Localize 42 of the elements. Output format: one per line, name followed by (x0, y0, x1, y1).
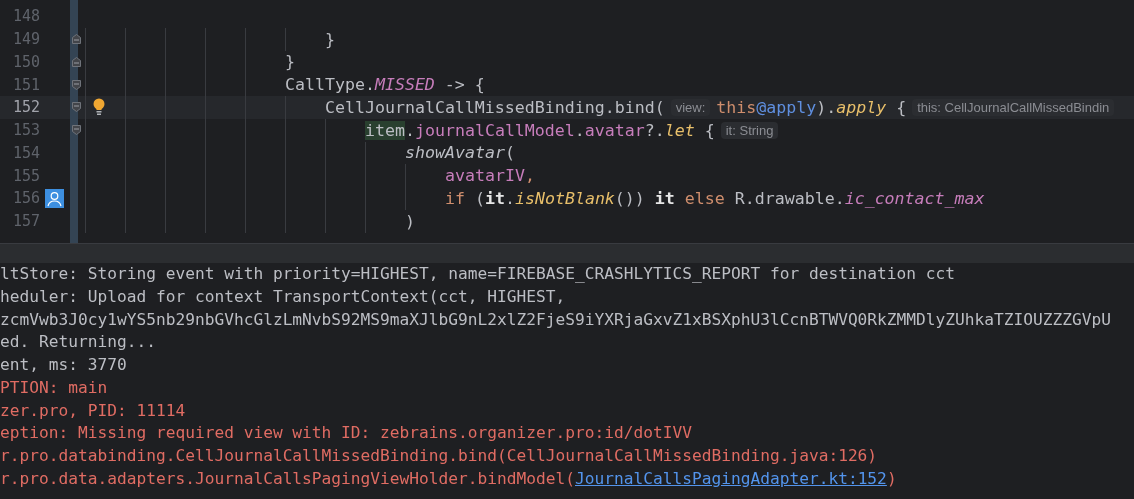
inlay-hint: this: CellJournalCallMissedBindin (912, 98, 1115, 116)
log-line: ltStore: Storing event with priority=HIGHEST, name=FIREBASE_CRASHLYTICS_REPORT for destination cct (0, 263, 957, 285)
code-text: } (325, 29, 335, 49)
line-number: 150 (11, 52, 40, 71)
code-text: CallType.MISSED -> { (285, 75, 485, 95)
code-text: if (it.isNotBlank()) it else R.drawable.ic_contact_max (445, 188, 985, 208)
inlay-hint: it: String (720, 121, 779, 139)
line-number: 151 (11, 75, 40, 94)
code-text: this@apply).apply { (716, 97, 907, 117)
code-text: avatarIV, (445, 166, 535, 186)
log-line: zer.pro, PID: 11114 (0, 399, 187, 422)
fold-icon[interactable] (72, 79, 81, 90)
code-text: CellJournalCallMissedBinding.bind( (325, 97, 665, 117)
line-number: 152 (11, 98, 40, 117)
log-text: r.pro.data.adapters.JournalCallsPagingViewHolder.bindModel( (0, 467, 575, 490)
line-number: 149 (11, 30, 40, 49)
fold-icon[interactable] (72, 102, 81, 113)
log-line: zcmVwb3J0cy1wYS5nb29nbGVhcGlzLmNvbS92MS9maXJlbG9nL2xlZ2FjeS9iYXRjaGxvZ1xBSXphU3lCcnBTWVQ0RkZMMDlyZUhkaTZIOUZZZGVpU (0, 308, 1112, 331)
code-text: item.journalCallModel.avatar?.let { (365, 120, 715, 140)
line-number: 156 (11, 189, 40, 208)
unfold-icon[interactable] (72, 56, 81, 67)
source-link[interactable]: JournalCallsPagingAdapter.kt:152 (575, 467, 887, 491)
log-text: ) (886, 467, 897, 490)
code-text: } (285, 52, 295, 72)
line-number: 155 (11, 166, 40, 185)
log-line: heduler: Upload for context TransportContext(cct, HIGHEST, (0, 285, 567, 308)
log-line: r.pro.databinding.CellJournalCallMissedBinding.bind(CellJournalCallMissedBinding.java:126) (0, 445, 879, 467)
log-line: PTION: main (0, 376, 109, 399)
line-number: 154 (11, 143, 40, 162)
lightbulb-icon[interactable] (93, 98, 105, 116)
line-number: 153 (11, 121, 40, 140)
line-number: 157 (11, 212, 40, 231)
inlay-hint: view: (670, 98, 711, 116)
code-text: showAvatar( (405, 143, 515, 163)
log-line: ed. Returning... (0, 331, 157, 354)
unfold-icon[interactable] (72, 34, 81, 45)
code-text: ) (405, 211, 415, 231)
log-line: ent, ms: 3770 (0, 354, 128, 376)
log-line: eption: Missing required view with ID: zebrains.organizer.pro:id/dotIVV (0, 422, 693, 445)
person-icon[interactable] (44, 188, 64, 208)
fold-icon[interactable] (72, 125, 81, 136)
line-number: 148 (11, 7, 40, 26)
